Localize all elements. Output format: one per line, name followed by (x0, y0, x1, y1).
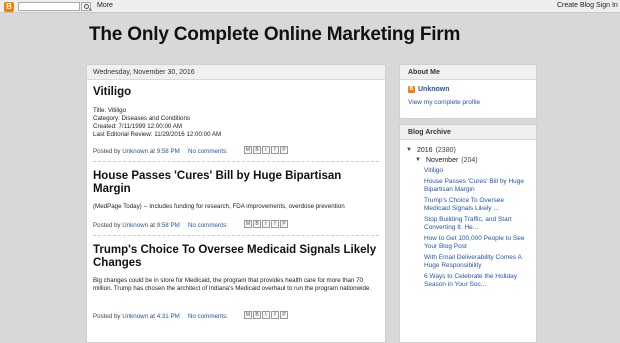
twitter-share-icon[interactable]: t (262, 311, 270, 319)
archive-month-count: (204) (461, 156, 478, 164)
blogthis-share-icon[interactable]: B (253, 220, 261, 228)
create-blog-link[interactable]: Create Blog (557, 2, 594, 9)
profile-name-link[interactable]: Unknown (418, 86, 450, 93)
about-me-gadget: About Me B Unknown View my complete prof… (399, 64, 537, 119)
blogger-logo-icon[interactable]: B (4, 2, 14, 12)
email-share-icon[interactable]: M (244, 146, 252, 154)
post-body-line: Category: Diseases and Conditions (93, 115, 190, 122)
archive-post-link[interactable]: Stop Building Traffic, and Start Convert… (424, 216, 530, 232)
archive-year-count: (2380) (435, 146, 456, 154)
pinterest-share-icon[interactable]: P (280, 146, 288, 154)
gadget-title: About Me (400, 65, 536, 80)
posted-by-label: Posted by (93, 222, 121, 229)
archive-post-link[interactable]: House Passes 'Cures' Bill by Huge Bipart… (424, 178, 530, 194)
facebook-share-icon[interactable]: f (271, 311, 279, 319)
posted-by-label: Posted by (93, 148, 121, 155)
post-meta: Posted by Unknown at 9:58 PM (93, 222, 180, 229)
expand-triangle-icon[interactable]: ▼ (415, 157, 423, 163)
main-column: Wednesday, November 30, 2016 Vitiligo Ti… (86, 64, 386, 343)
archive-year-row: ▼ 2016 (2380) (406, 145, 530, 155)
share-buttons: M B t f P (244, 220, 288, 228)
post: Vitiligo Title: Vitiligo Category: Disea… (87, 86, 385, 162)
more-menu[interactable]: More (97, 2, 113, 9)
post-meta: Posted by Unknown at 9:58 PM (93, 148, 180, 155)
blogger-navbar: B More Create Blog Sign In (0, 0, 620, 13)
twitter-share-icon[interactable]: t (262, 146, 270, 154)
post-divider (93, 161, 379, 162)
blog-archive-gadget: Blog Archive ▼ 2016 (2380) ▼ November (2… (399, 124, 537, 343)
search-icon (84, 4, 89, 9)
facebook-share-icon[interactable]: f (271, 220, 279, 228)
post-footer: Posted by Unknown at 9:58 PM No comments… (93, 145, 379, 158)
timestamp-link[interactable]: 9:58 PM (157, 148, 180, 155)
timestamp-link[interactable]: 4:31 PM (157, 313, 180, 320)
archive-year-link[interactable]: 2016 (417, 147, 433, 154)
view-profile-link[interactable]: View my complete profile (408, 99, 528, 106)
pinterest-share-icon[interactable]: P (280, 220, 288, 228)
author-link[interactable]: Unknown (122, 313, 148, 320)
post-body: (MedPage Today) -- Includes funding for … (93, 203, 345, 210)
facebook-share-icon[interactable]: f (271, 146, 279, 154)
archive-post-link[interactable]: With Email Deliverability Comes A Huge R… (424, 254, 530, 270)
post-body-line: Last Editorial Review: 11/29/2016 12:00:… (93, 131, 222, 138)
post-body-line: Created: 7/11/1999 12:00:00 AM (93, 123, 182, 130)
email-share-icon[interactable]: M (244, 311, 252, 319)
expand-triangle-icon[interactable]: ▼ (406, 147, 414, 153)
blogthis-share-icon[interactable]: B (253, 311, 261, 319)
sign-in-link[interactable]: Sign In (596, 2, 618, 9)
archive-post-link[interactable]: Trump's Choice To Oversee Medicaid Signa… (424, 197, 530, 213)
archive-tree: ▼ 2016 (2380) ▼ November (204) Vitiligo … (400, 140, 536, 297)
post-body: Big changes could be in store for Medica… (93, 277, 372, 292)
archive-post-link[interactable]: 6 Ways to Celebrate the Holiday Season i… (424, 273, 530, 289)
comments-link[interactable]: No comments: (188, 222, 228, 229)
gadget-title: Blog Archive (400, 125, 536, 140)
date-header: Wednesday, November 30, 2016 (87, 65, 385, 80)
post-title[interactable]: Vitiligo (93, 86, 379, 99)
profile-row: B Unknown (408, 86, 528, 93)
email-share-icon[interactable]: M (244, 220, 252, 228)
timestamp-link[interactable]: 9:58 PM (157, 222, 180, 229)
comments-link[interactable]: No comments: (188, 148, 228, 155)
search-button[interactable] (81, 2, 91, 11)
blogger-profile-icon: B (408, 86, 415, 93)
author-link[interactable]: Unknown (122, 148, 148, 155)
share-buttons: M B t f P (244, 146, 288, 154)
post-title[interactable]: Trump's Choice To Oversee Medicaid Signa… (93, 244, 379, 270)
post: Trump's Choice To Oversee Medicaid Signa… (87, 244, 385, 323)
archive-month-link[interactable]: November (426, 157, 458, 164)
author-link[interactable]: Unknown (122, 222, 148, 229)
post-meta: Posted by Unknown at 4:31 PM (93, 313, 180, 320)
blog-title[interactable]: The Only Complete Online Marketing Firm (89, 24, 460, 46)
comments-link[interactable]: No comments: (188, 313, 228, 320)
post-divider (93, 235, 379, 236)
post-title[interactable]: House Passes 'Cures' Bill by Huge Bipart… (93, 170, 379, 196)
blogthis-share-icon[interactable]: B (253, 146, 261, 154)
profile: B Unknown View my complete profile (400, 80, 536, 112)
archive-month-row: ▼ November (204) (406, 155, 530, 165)
posted-by-label: Posted by (93, 313, 121, 320)
at-label: at (149, 222, 155, 229)
search-input[interactable] (18, 2, 80, 11)
at-label: at (149, 148, 155, 155)
share-buttons: M B t f P (244, 311, 288, 319)
post-body: Title: Vitiligo Category: Diseases and C… (93, 107, 379, 139)
twitter-share-icon[interactable]: t (262, 220, 270, 228)
archive-post-link[interactable]: Vitiligo (424, 167, 530, 175)
pinterest-share-icon[interactable]: P (280, 311, 288, 319)
post-footer: Posted by Unknown at 9:58 PM No comments… (93, 219, 379, 232)
post-footer: Posted by Unknown at 4:31 PM No comments… (93, 310, 379, 323)
archive-post-list: Vitiligo House Passes 'Cures' Bill by Hu… (406, 167, 530, 289)
at-label: at (149, 313, 155, 320)
archive-post-link[interactable]: How to Get 100,000 People to See Your Bl… (424, 235, 530, 251)
post-body-line: Title: Vitiligo (93, 107, 127, 114)
post: House Passes 'Cures' Bill by Huge Bipart… (87, 170, 385, 236)
